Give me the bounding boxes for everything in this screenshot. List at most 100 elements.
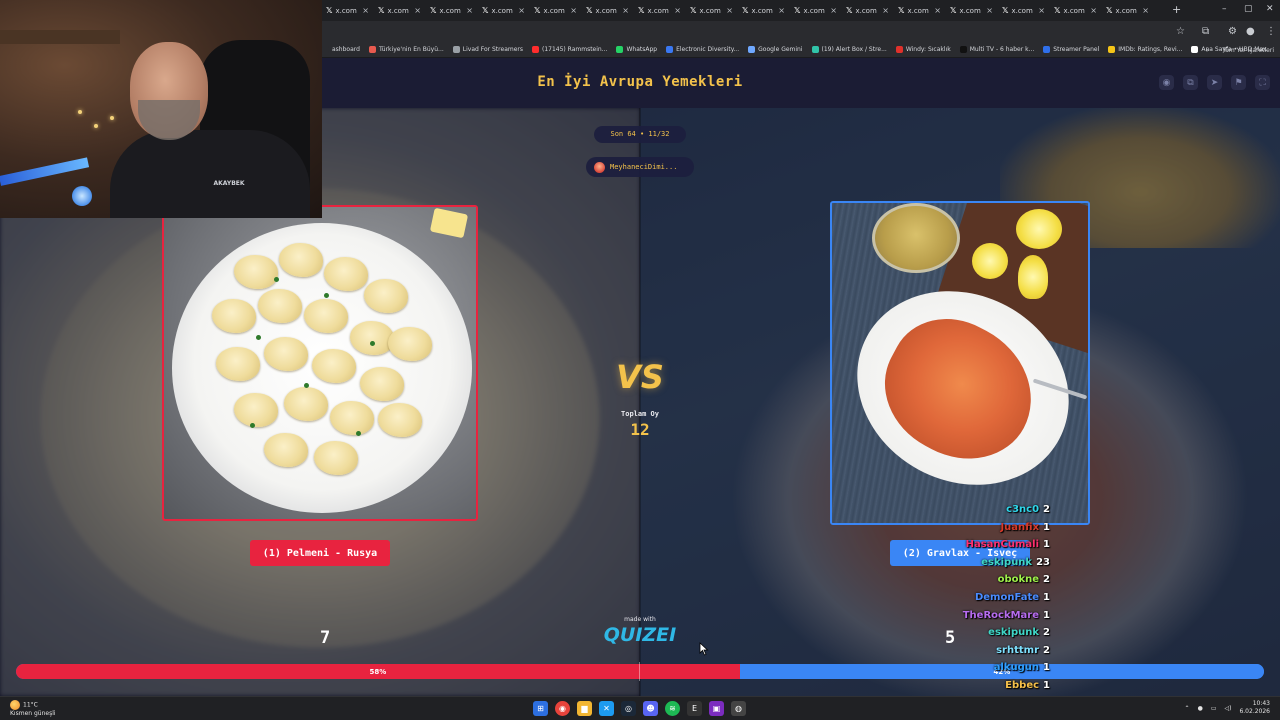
browser-tab[interactable]: 𝕏x.com × [738,3,790,18]
tab-close-icon[interactable]: × [986,6,998,15]
option-1-button[interactable]: (1) Pelmeni - Rusya [250,540,390,566]
x-favicon-icon: 𝕏 [378,6,385,15]
tab-close-icon[interactable]: × [414,6,426,15]
chrome-icon[interactable]: ◉ [555,701,570,716]
settings-icon[interactable]: ⚙ [1228,26,1237,37]
clock[interactable]: 10:43 6.02.2026 [1239,700,1270,716]
steam-icon[interactable]: ◎ [621,701,636,716]
header-actions: ◉ ⧉ ➤ ⚑ ⛶ [1159,75,1270,90]
browser-tab[interactable]: 𝕏x.com × [998,3,1050,18]
browser-tab[interactable]: 𝕏x.com × [842,3,894,18]
bookmark-item[interactable]: ashboard [322,46,360,53]
menu-icon[interactable]: ⋮ [1266,26,1276,37]
bookmark-favicon-icon [666,46,674,53]
volume-icon[interactable]: ◁) [1224,705,1231,712]
discord-icon[interactable]: ☻ [643,701,658,716]
star-icon[interactable]: ☆ [1176,26,1185,37]
browser-tab[interactable]: 𝕏x.com × [374,3,426,18]
x-favicon-icon: 𝕏 [534,6,541,15]
round-indicator: Son 64 • 11/32 [594,126,686,143]
tab-close-icon[interactable]: × [622,6,634,15]
tray-chevron-icon[interactable]: ⌃ [1185,705,1190,712]
chat-vote-value: 2 [1043,627,1050,639]
window-maximize-button[interactable]: ▢ [1244,4,1253,14]
streaming-app-icon[interactable]: ▣ [709,701,724,716]
tab-close-icon[interactable]: × [1038,6,1050,15]
bookmarks-overflow-button[interactable]: » [1206,47,1210,54]
bookmark-item[interactable]: Google Gemini [748,46,803,53]
epic-games-icon[interactable]: E [687,701,702,716]
center-divider [639,108,641,696]
weather-widget[interactable]: 11°C Kısmen güneşli [10,700,56,718]
browser-tab[interactable]: 𝕏x.com × [634,3,686,18]
browser-tab[interactable]: 𝕏x.com × [1102,3,1154,18]
chat-vote-row: Ebbec 1 [1005,680,1050,697]
flag-icon[interactable]: ⚑ [1231,75,1246,90]
tab-close-icon[interactable]: × [466,6,478,15]
window-close-button[interactable]: ✕ [1266,4,1274,14]
bookmark-item[interactable]: Streamer Panel [1043,46,1099,53]
tab-close-icon[interactable]: × [830,6,842,15]
new-tab-button[interactable]: + [1172,3,1181,16]
tab-close-icon[interactable]: × [1142,6,1154,15]
browser-tab[interactable]: 𝕏x.com × [790,3,842,18]
windows-taskbar: 11°C Kısmen güneşli ⊞ ◉ ▆ ✕ ◎ ☻ ≋ E ▣ ◍ … [0,696,1280,720]
bookmark-item[interactable]: Windy: Sıcaklık [895,46,951,53]
x-app-icon[interactable]: ✕ [599,701,614,716]
chat-vote-value: 2 [1043,574,1050,586]
browser-tab[interactable]: 𝕏x.com × [478,3,530,18]
tab-close-icon[interactable]: × [882,6,894,15]
microphone-icon[interactable]: ● [1198,705,1203,712]
eye-icon[interactable]: ◉ [1159,75,1174,90]
browser-tab[interactable]: 𝕏x.com × [582,3,634,18]
browser-tab[interactable]: 𝕏x.com × [894,3,946,18]
fullscreen-icon[interactable]: ⛶ [1255,75,1270,90]
bookmark-label: Electronic Diversity... [676,46,740,53]
tab-close-icon[interactable]: × [362,6,374,15]
chat-vote-value: 1 [1043,592,1050,603]
bookmark-item[interactable]: (17145) Rammstein... [532,46,607,53]
copy-icon[interactable]: ⧉ [1183,75,1198,90]
network-icon[interactable]: ▭ [1211,705,1217,712]
browser-tab[interactable]: 𝕏x.com × [530,3,582,18]
option-1-image[interactable] [162,205,478,521]
bookmark-item[interactable]: IMDb: Ratings, Revi... [1108,46,1182,53]
tab-close-icon[interactable]: × [1090,6,1102,15]
bookmark-item[interactable]: Livad For Streamers [452,46,523,53]
tab-close-icon[interactable]: × [674,6,686,15]
quizei-logo[interactable]: QUIZEI [600,624,680,646]
tab-close-icon[interactable]: × [570,6,582,15]
browser-tab[interactable]: 𝕏x.com × [946,3,998,18]
chat-vote-value: 1 [1043,662,1050,674]
tab-close-icon[interactable]: × [934,6,946,15]
spotify-icon[interactable]: ≋ [665,701,680,716]
chat-vote-row: TheRockMare 1 [963,610,1050,627]
profile-icon[interactable]: ● [1246,26,1255,37]
obs-icon[interactable]: ◍ [731,701,746,716]
file-explorer-icon[interactable]: ▆ [577,701,592,716]
browser-tab-label: x.com [647,6,669,15]
bookmark-item[interactable]: Multi TV - 6 haber k... [959,46,1034,53]
bookmark-item[interactable]: (19) Alert Box / Stre... [811,46,887,53]
tab-close-icon[interactable]: × [778,6,790,15]
chat-username: c3nc0 [1006,504,1040,515]
browser-tab[interactable]: 𝕏x.com × [322,3,374,18]
windows-start-icon[interactable]: ⊞ [533,701,548,716]
extensions-icon[interactable]: ⧉ [1202,26,1209,37]
window-minimize-button[interactable]: – [1222,4,1227,14]
browser-tab[interactable]: 𝕏x.com × [1050,3,1102,18]
browser-tab-label: x.com [959,6,981,15]
x-favicon-icon: 𝕏 [1002,6,1009,15]
tab-close-icon[interactable]: × [726,6,738,15]
bookmark-favicon-icon [811,46,819,53]
bookmark-item[interactable]: Electronic Diversity... [666,46,739,53]
bookmark-item[interactable]: WhatsApp [616,46,657,53]
browser-tab[interactable]: 𝕏x.com × [686,3,738,18]
send-icon[interactable]: ➤ [1207,75,1222,90]
option-2-image[interactable] [830,201,1090,525]
bookmark-item[interactable]: Türkiye'nin En Büyü... [368,46,444,53]
tab-close-icon[interactable]: × [518,6,530,15]
browser-tab[interactable]: 𝕏x.com × [426,3,478,18]
x-favicon-icon: 𝕏 [846,6,853,15]
all-bookmarks-button[interactable]: Tüm Yer İşaretleri [1222,47,1274,54]
